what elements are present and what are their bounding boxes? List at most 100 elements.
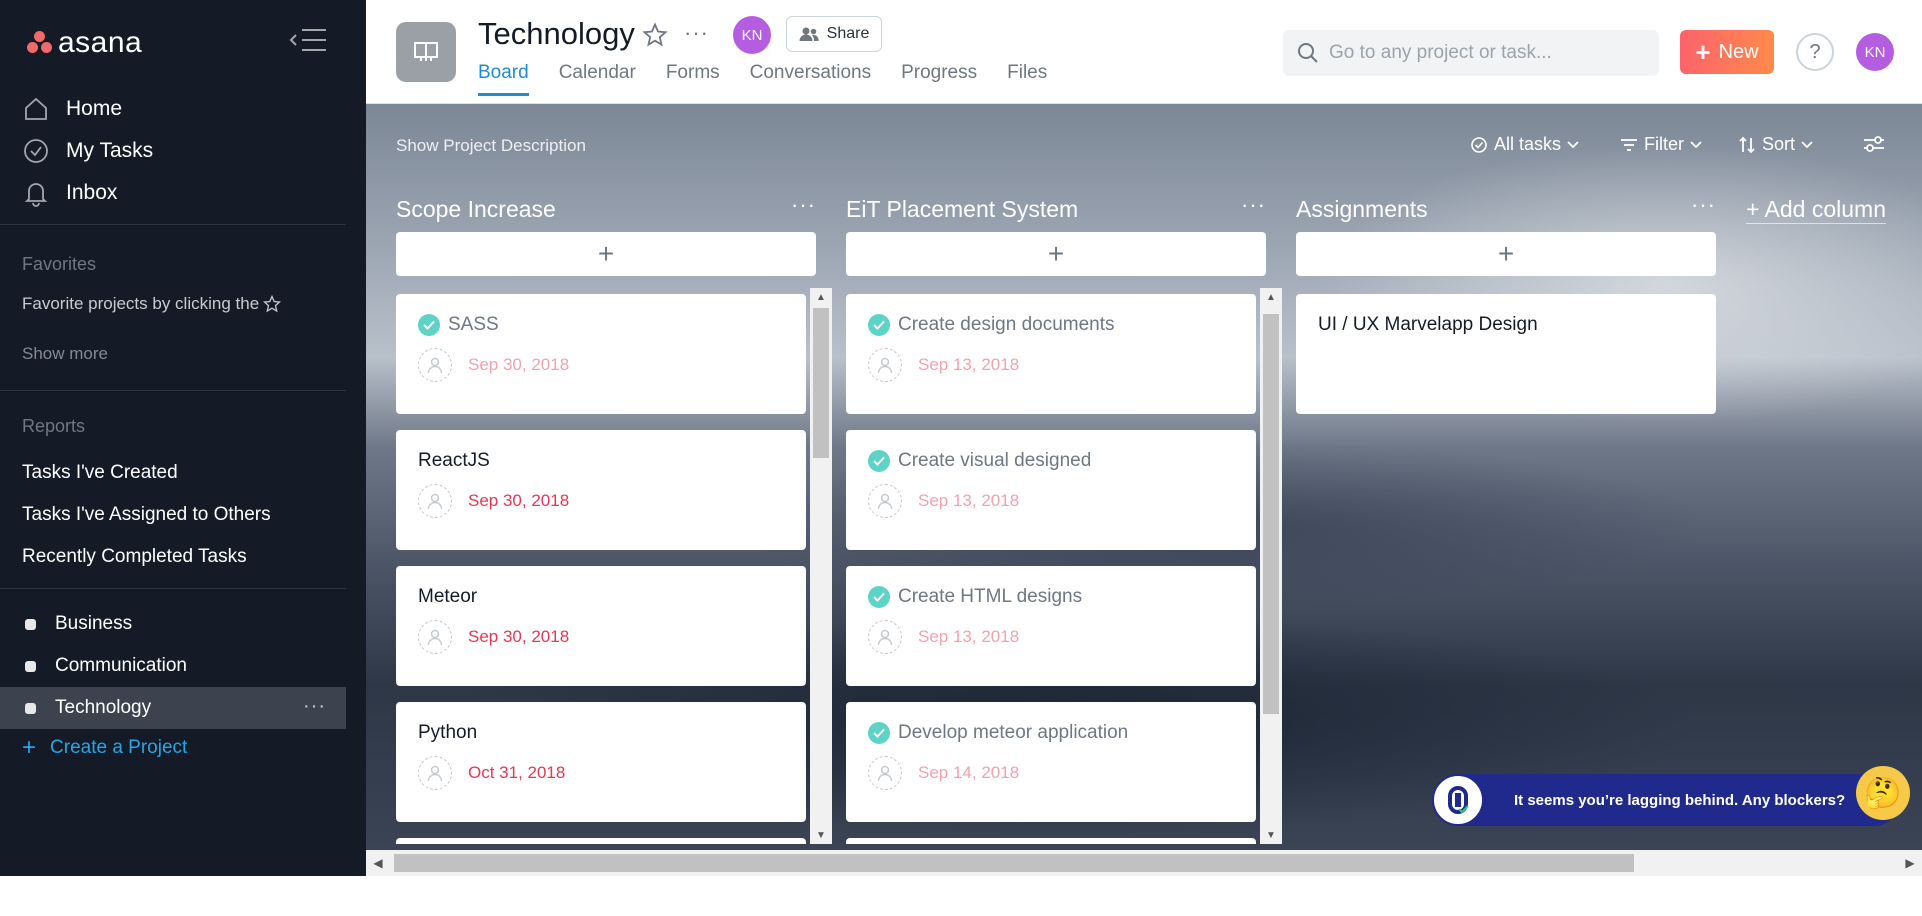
- tab-forms[interactable]: Forms: [666, 62, 720, 96]
- help-button[interactable]: ?: [1796, 33, 1834, 71]
- add-column-button[interactable]: + Add column: [1746, 196, 1887, 224]
- sort-dropdown[interactable]: Sort: [1738, 134, 1819, 155]
- share-button[interactable]: Share: [786, 16, 882, 52]
- create-project-button[interactable]: + Create a Project: [22, 734, 187, 762]
- column-scrollbar[interactable]: ▲ ▼: [1260, 288, 1282, 844]
- task-card[interactable]: Create HTML designs Sep 13, 2018: [846, 566, 1256, 686]
- assignee-icon[interactable]: [418, 484, 452, 518]
- project-member-avatar[interactable]: KN: [733, 16, 771, 54]
- search-bar[interactable]: [1283, 30, 1659, 76]
- check-icon[interactable]: [868, 450, 890, 472]
- due-date[interactable]: Sep 13, 2018: [918, 491, 1019, 511]
- scroll-down-arrow[interactable]: ▼: [1260, 826, 1282, 844]
- nav-inbox[interactable]: Inbox: [22, 172, 153, 214]
- assignee-icon[interactable]: [418, 756, 452, 790]
- report-recently-completed[interactable]: Recently Completed Tasks: [22, 536, 271, 578]
- board-horizontal-scrollbar[interactable]: ◀ ▶: [366, 850, 1922, 876]
- scroll-up-arrow[interactable]: ▲: [810, 288, 832, 306]
- check-icon[interactable]: [868, 586, 890, 608]
- report-tasks-created[interactable]: Tasks I've Created: [22, 452, 271, 494]
- add-task-button[interactable]: +: [846, 232, 1266, 276]
- sliders-icon: [1864, 136, 1884, 152]
- assignee-icon[interactable]: [868, 348, 902, 382]
- sort-label: Sort: [1762, 134, 1796, 154]
- people-icon: [799, 27, 819, 41]
- tab-calendar[interactable]: Calendar: [559, 62, 636, 96]
- column-more-icon[interactable]: ···: [791, 192, 816, 218]
- assignee-icon[interactable]: [868, 484, 902, 518]
- all-tasks-dropdown[interactable]: All tasks: [1470, 134, 1585, 155]
- nav-my-tasks[interactable]: My Tasks: [22, 130, 153, 172]
- scroll-right-arrow[interactable]: ▶: [1898, 850, 1922, 876]
- user-avatar[interactable]: KN: [1856, 33, 1894, 71]
- add-task-button[interactable]: +: [1296, 232, 1716, 276]
- task-title: Create visual designed: [868, 450, 1234, 472]
- column-more-icon[interactable]: ···: [1241, 192, 1266, 218]
- task-card[interactable]: ReactJS Sep 30, 2018: [396, 430, 806, 550]
- project-icon[interactable]: [396, 22, 456, 82]
- sidebar-project-business[interactable]: Business: [0, 603, 346, 645]
- task-card[interactable]: Python Oct 31, 2018: [396, 702, 806, 822]
- task-card[interactable]: UI / UX Marvelapp Design: [1296, 294, 1716, 414]
- scrollbar-thumb[interactable]: [813, 308, 829, 458]
- task-card[interactable]: Create design documents Sep 13, 2018: [846, 294, 1256, 414]
- scrollbar-thumb[interactable]: [1263, 314, 1279, 714]
- filter-icon: [1621, 138, 1637, 151]
- column-scrollbar[interactable]: ▲ ▼: [810, 288, 832, 844]
- assignee-icon[interactable]: [418, 348, 452, 382]
- due-date[interactable]: Oct 31, 2018: [468, 763, 565, 783]
- task-title: Develop meteor application: [868, 722, 1234, 744]
- scroll-down-arrow[interactable]: ▼: [810, 826, 832, 844]
- scrollbar-thumb[interactable]: [394, 854, 1634, 872]
- sidebar-project-technology[interactable]: Technology ···: [0, 687, 346, 729]
- favorite-star-button[interactable]: [642, 22, 668, 53]
- task-meta: Sep 30, 2018: [418, 484, 784, 518]
- share-label: Share: [826, 25, 870, 42]
- project-actions-button[interactable]: ···: [684, 20, 709, 46]
- filter-dropdown[interactable]: Filter: [1620, 134, 1708, 155]
- add-task-button[interactable]: +: [396, 232, 816, 276]
- due-date[interactable]: Sep 30, 2018: [468, 627, 569, 647]
- column-title: EiT Placement System: [846, 196, 1079, 222]
- check-icon[interactable]: [418, 314, 440, 336]
- report-tasks-assigned[interactable]: Tasks I've Assigned to Others: [22, 494, 271, 536]
- scroll-left-arrow[interactable]: ◀: [366, 850, 390, 876]
- due-date[interactable]: Sep 14, 2018: [918, 763, 1019, 783]
- asana-logo[interactable]: asana: [26, 26, 142, 60]
- task-title-text: SASS: [448, 314, 499, 335]
- task-card[interactable]: SASS Sep 30, 2018: [396, 294, 806, 414]
- board-settings-button[interactable]: [1862, 134, 1892, 154]
- column-cards: Create design documents Sep 13, 2018 Cre…: [846, 288, 1282, 844]
- nav-home[interactable]: Home: [22, 88, 153, 130]
- assignee-icon[interactable]: [418, 620, 452, 654]
- blocker-toast[interactable]: It seems you’re lagging behind. Any bloc…: [1432, 766, 1910, 826]
- project-more-icon[interactable]: ···: [303, 695, 326, 718]
- column-more-icon[interactable]: ···: [1691, 192, 1716, 218]
- due-date[interactable]: Sep 30, 2018: [468, 491, 569, 511]
- due-date[interactable]: Sep 30, 2018: [468, 355, 569, 375]
- check-icon[interactable]: [868, 722, 890, 744]
- task-card[interactable]: [846, 838, 1256, 844]
- due-date[interactable]: Sep 13, 2018: [918, 355, 1019, 375]
- column-cards: SASS Sep 30, 2018 ReactJS Sep 30, 2018 M…: [396, 288, 832, 844]
- new-button[interactable]: + New: [1680, 30, 1774, 74]
- task-card[interactable]: [396, 838, 806, 844]
- tab-board[interactable]: Board: [478, 62, 529, 96]
- tab-files[interactable]: Files: [1007, 62, 1047, 96]
- tab-progress[interactable]: Progress: [901, 62, 977, 96]
- tab-conversations[interactable]: Conversations: [750, 62, 871, 96]
- due-date[interactable]: Sep 13, 2018: [918, 627, 1019, 647]
- sidebar-project-communication[interactable]: Communication: [0, 645, 346, 687]
- search-input[interactable]: [1329, 42, 1629, 64]
- task-card[interactable]: Develop meteor application Sep 14, 2018: [846, 702, 1256, 822]
- collapse-sidebar-button[interactable]: [288, 26, 328, 54]
- check-icon[interactable]: [868, 314, 890, 336]
- task-card[interactable]: Meteor Sep 30, 2018: [396, 566, 806, 686]
- assignee-icon[interactable]: [868, 620, 902, 654]
- show-more-link[interactable]: Show more: [22, 344, 108, 364]
- assignee-icon[interactable]: [868, 756, 902, 790]
- task-card[interactable]: Create visual designed Sep 13, 2018: [846, 430, 1256, 550]
- scroll-up-arrow[interactable]: ▲: [1260, 288, 1282, 306]
- show-description-link[interactable]: Show Project Description: [396, 136, 586, 156]
- task-meta: Sep 14, 2018: [868, 756, 1234, 790]
